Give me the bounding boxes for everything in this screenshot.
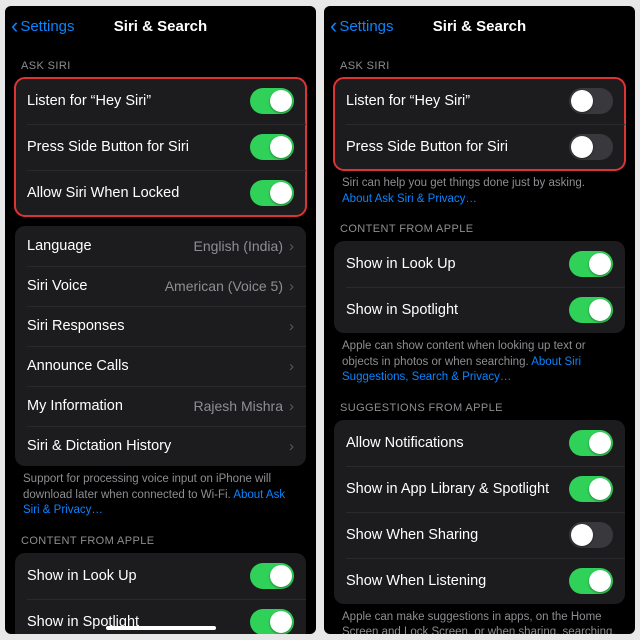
footer-text-content: Apple can show content when looking up t… [334,333,625,388]
chevron-right-icon: › [289,238,294,255]
row-label: Show in Look Up [346,256,569,272]
row-label: My Information [27,398,194,414]
row-label: Show in Spotlight [346,302,569,318]
scroll-content[interactable]: ASK SIRI Listen for “Hey Siri” Press Sid… [324,46,635,634]
toggle-app-library[interactable] [569,476,613,502]
toggle-hey-siri[interactable] [569,88,613,114]
navbar: ‹ Settings Siri & Search [5,6,316,46]
group-siri-settings: Language English (India) › Siri Voice Am… [15,226,306,466]
row-label: Announce Calls [27,358,289,374]
toggle-lookup[interactable] [569,251,613,277]
toggle-spotlight[interactable] [569,297,613,323]
row-label: Listen for “Hey Siri” [27,93,250,109]
row-show-when-sharing[interactable]: Show When Sharing [334,512,625,558]
toggle-side-button[interactable] [250,134,294,160]
chevron-left-icon: ‹ [330,15,337,37]
toggle-spotlight[interactable] [250,609,294,634]
home-indicator [106,626,216,630]
section-header-content-apple: CONTENT FROM APPLE [334,209,625,241]
row-label: Allow Siri When Locked [27,185,250,201]
group-suggestions: Allow Notifications Show in App Library … [334,420,625,604]
section-header-suggestions: SUGGESTIONS FROM APPLE [334,388,625,420]
row-show-lookup[interactable]: Show in Look Up [334,241,625,287]
footer-text-voice-input: Support for processing voice input on iP… [15,466,306,521]
group-ask-siri: Listen for “Hey Siri” Press Side Button … [15,78,306,216]
section-header-content-apple: CONTENT FROM APPLE [15,521,306,553]
group-content-apple: Show in Look Up Show in Spotlight [15,553,306,634]
row-press-side-button[interactable]: Press Side Button for Siri [334,124,625,170]
navbar: ‹ Settings Siri & Search [324,6,635,46]
section-header-ask-siri: ASK SIRI [15,46,306,78]
row-allow-notifications[interactable]: Allow Notifications [334,420,625,466]
row-announce-calls[interactable]: Announce Calls › [15,346,306,386]
footer-text-suggestions: Apple can make suggestions in apps, on t… [334,604,625,634]
toggle-hey-siri[interactable] [250,88,294,114]
row-label: Show in App Library & Spotlight [346,481,569,497]
row-language[interactable]: Language English (India) › [15,226,306,266]
toggle-when-locked[interactable] [250,180,294,206]
row-show-spotlight[interactable]: Show in Spotlight [334,287,625,333]
row-dictation-history[interactable]: Siri & Dictation History › [15,426,306,466]
back-button[interactable]: ‹ Settings [330,15,394,37]
group-ask-siri: Listen for “Hey Siri” Press Side Button … [334,78,625,170]
phone-right: ‹ Settings Siri & Search ASK SIRI Listen… [324,6,635,634]
row-value: English (India) [194,238,284,254]
toggle-allow-notifications[interactable] [569,430,613,456]
scroll-content[interactable]: ASK SIRI Listen for “Hey Siri” Press Sid… [5,46,316,634]
section-header-ask-siri: ASK SIRI [334,46,625,78]
group-content-apple: Show in Look Up Show in Spotlight [334,241,625,333]
footer-text-siri-help: Siri can help you get things done just b… [334,170,625,209]
chevron-left-icon: ‹ [11,15,18,37]
page-title: Siri & Search [433,18,526,35]
chevron-right-icon: › [289,318,294,335]
row-value: Rajesh Mishra [194,398,283,414]
row-label: Show When Listening [346,573,569,589]
row-show-lookup[interactable]: Show in Look Up [15,553,306,599]
back-label: Settings [20,18,74,35]
row-siri-responses[interactable]: Siri Responses › [15,306,306,346]
row-label: Language [27,238,194,254]
back-button[interactable]: ‹ Settings [11,15,75,37]
toggle-when-sharing[interactable] [569,522,613,548]
row-label: Show When Sharing [346,527,569,543]
link-ask-siri-privacy[interactable]: About Ask Siri & Privacy… [342,193,477,205]
row-label: Siri Voice [27,278,165,294]
back-label: Settings [339,18,393,35]
phone-left: ‹ Settings Siri & Search ASK SIRI Listen… [5,6,316,634]
row-my-information[interactable]: My Information Rajesh Mishra › [15,386,306,426]
chevron-right-icon: › [289,398,294,415]
row-listen-hey-siri[interactable]: Listen for “Hey Siri” [334,78,625,124]
row-label: Listen for “Hey Siri” [346,93,569,109]
toggle-side-button[interactable] [569,134,613,160]
chevron-right-icon: › [289,438,294,455]
row-show-when-listening[interactable]: Show When Listening [334,558,625,604]
chevron-right-icon: › [289,358,294,375]
row-siri-voice[interactable]: Siri Voice American (Voice 5) › [15,266,306,306]
chevron-right-icon: › [289,278,294,295]
row-label: Press Side Button for Siri [346,139,569,155]
row-app-library-spotlight[interactable]: Show in App Library & Spotlight [334,466,625,512]
toggle-when-listening[interactable] [569,568,613,594]
row-label: Press Side Button for Siri [27,139,250,155]
row-value: American (Voice 5) [165,278,283,294]
row-label: Siri Responses [27,318,289,334]
row-allow-when-locked[interactable]: Allow Siri When Locked [15,170,306,216]
row-label: Show in Look Up [27,568,250,584]
toggle-lookup[interactable] [250,563,294,589]
row-listen-hey-siri[interactable]: Listen for “Hey Siri” [15,78,306,124]
row-press-side-button[interactable]: Press Side Button for Siri [15,124,306,170]
row-label: Siri & Dictation History [27,438,289,454]
row-label: Allow Notifications [346,435,569,451]
page-title: Siri & Search [114,18,207,35]
